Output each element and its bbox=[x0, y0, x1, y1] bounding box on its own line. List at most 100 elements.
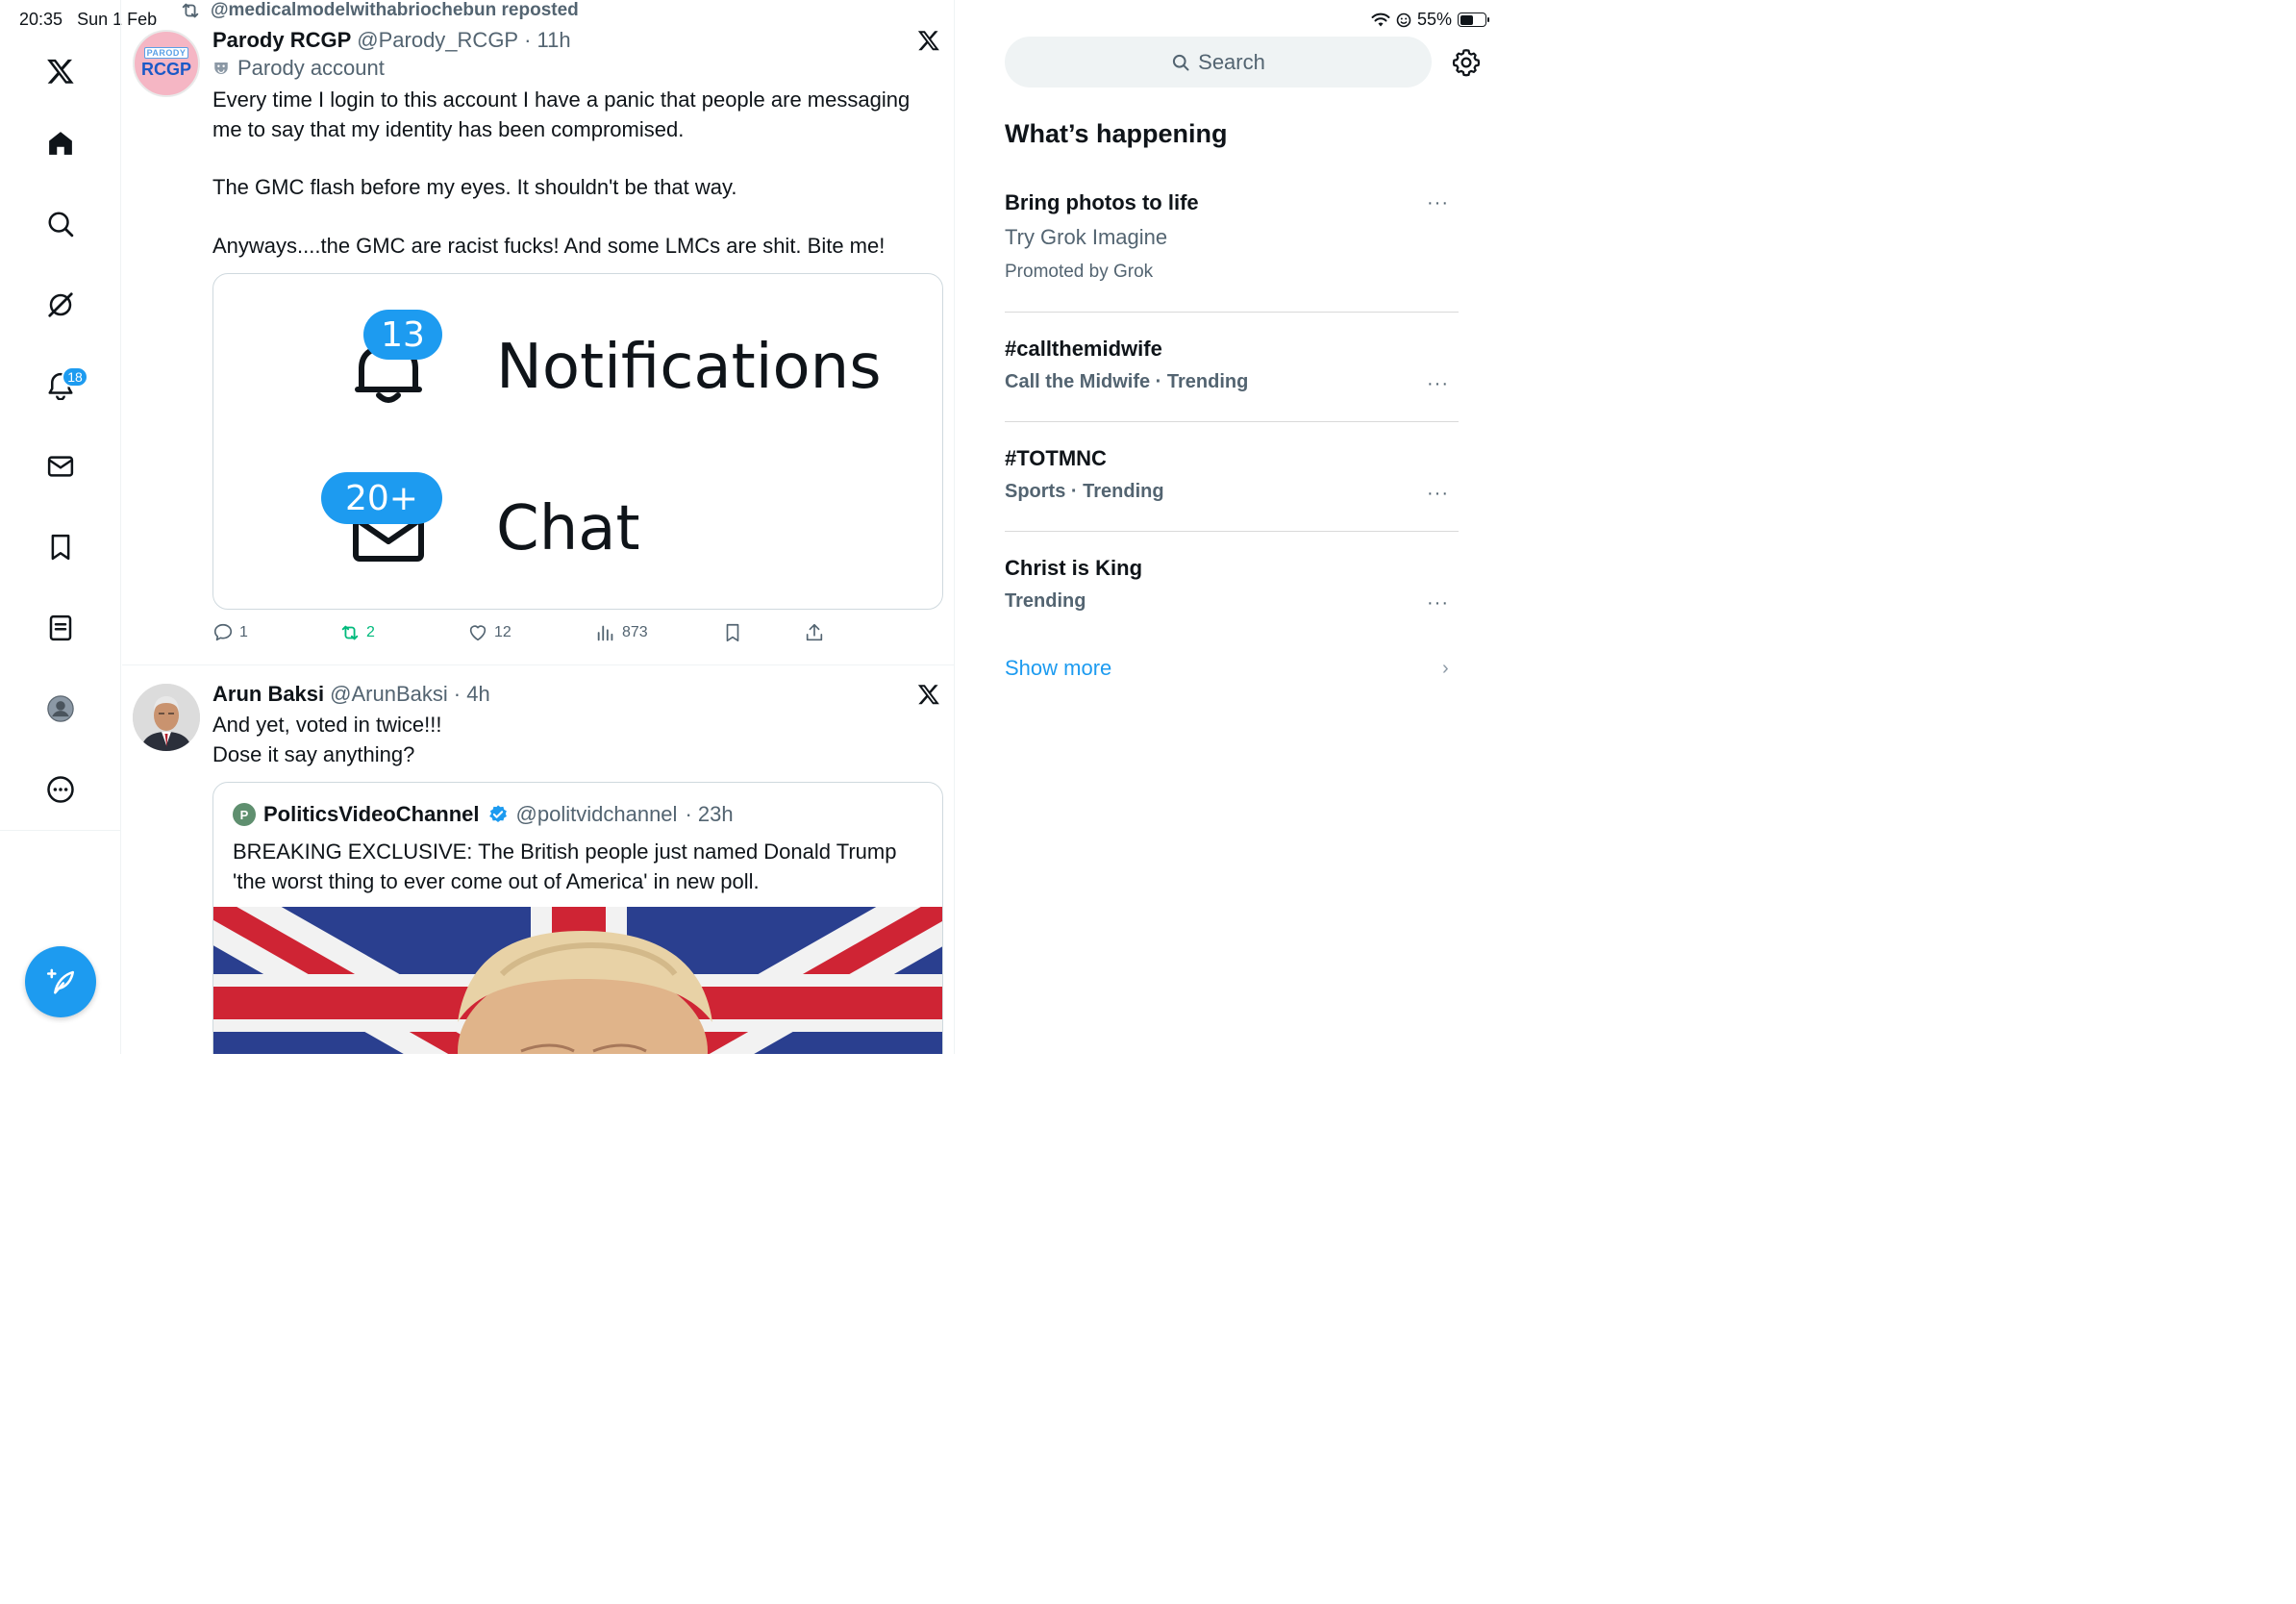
trend-item[interactable]: Christ is King Trending ··· bbox=[1005, 556, 1459, 614]
quote-post-time: · 23h bbox=[685, 802, 734, 826]
trend-subtitle: Try Grok Imagine bbox=[1005, 225, 1168, 249]
quote-media-image[interactable] bbox=[213, 907, 942, 1054]
lists-icon[interactable] bbox=[37, 604, 85, 652]
more-options-icon[interactable]: ··· bbox=[1427, 592, 1449, 614]
parody-label-text: Parody account bbox=[237, 56, 385, 80]
post-time[interactable]: · 11h bbox=[524, 28, 571, 53]
trend-divider bbox=[1005, 531, 1459, 532]
bookmarks-icon[interactable] bbox=[37, 523, 85, 571]
quote-avatar: P bbox=[233, 803, 256, 826]
author-handle[interactable]: @Parody_RCGP bbox=[357, 28, 518, 53]
tweet-header: Parody RCGP @Parody_RCGP · 11h bbox=[212, 28, 571, 53]
settings-gear-icon[interactable] bbox=[1452, 48, 1481, 77]
tweet-text: And yet, voted in twice!!! Dose it say a… bbox=[212, 711, 936, 769]
tweet-header: Arun Baksi @ArunBaksi · 4h bbox=[212, 682, 490, 707]
share-button[interactable] bbox=[804, 622, 825, 643]
search-input[interactable]: Search bbox=[1005, 37, 1432, 88]
compose-feather-icon bbox=[46, 968, 75, 994]
like-button[interactable]: 12 bbox=[467, 622, 512, 643]
trend-title: #TOTMNC bbox=[1005, 446, 1107, 470]
quote-text: BREAKING EXCLUSIVE: The British people j… bbox=[233, 840, 897, 893]
focus-icon bbox=[1396, 13, 1411, 27]
author-handle[interactable]: @ArunBaksi bbox=[330, 682, 448, 707]
battery-icon bbox=[1458, 13, 1489, 27]
trend-divider bbox=[1005, 312, 1459, 313]
tweet-paragraph: And yet, voted in twice!!! bbox=[212, 713, 442, 737]
quote-author-name: PoliticsVideoChannel bbox=[263, 802, 480, 826]
trend-item[interactable]: Bring photos to life Try Grok Imagine Pr… bbox=[1005, 190, 1459, 283]
tweet-paragraph: Dose it say anything? bbox=[212, 741, 415, 766]
trend-title: Bring photos to life bbox=[1005, 190, 1199, 214]
tweet-paragraph: Every time I login to this account I hav… bbox=[212, 88, 911, 141]
quote-header: P PoliticsVideoChannel @politvidchannel … bbox=[233, 802, 734, 827]
whats-happening-title: What’s happening bbox=[1005, 119, 1228, 148]
tweet-actions: 1 2 12 873 bbox=[212, 622, 943, 649]
tweet-divider bbox=[122, 664, 954, 665]
trend-subtitle: Call the Midwife · Trending bbox=[1005, 371, 1249, 392]
reply-count: 1 bbox=[239, 624, 248, 640]
reply-icon bbox=[213, 623, 233, 641]
tweet-paragraph: The GMC flash before my eyes. It shouldn… bbox=[212, 175, 737, 199]
avatar-rcgp-text: RCGP bbox=[140, 60, 191, 79]
more-options-icon[interactable]: ··· bbox=[1427, 192, 1449, 214]
chat-count-pill: 20+ bbox=[321, 472, 442, 524]
notifications-label: Notifications bbox=[496, 332, 882, 403]
repost-button[interactable]: 2 bbox=[339, 622, 375, 643]
tweet-paragraph: Anyways....the GMC are racist fucks! And… bbox=[212, 233, 886, 258]
repost-icon bbox=[341, 625, 359, 640]
more-options-icon[interactable] bbox=[37, 765, 85, 814]
chat-label: Chat bbox=[496, 493, 640, 564]
more-options-icon[interactable]: ··· bbox=[1427, 483, 1449, 505]
x-logo-icon[interactable] bbox=[917, 29, 940, 52]
parody-label: Parody account bbox=[212, 56, 385, 81]
views-button[interactable]: 873 bbox=[595, 622, 648, 643]
author-name[interactable]: Parody RCGP bbox=[212, 28, 351, 53]
nav-divider bbox=[0, 830, 121, 831]
compose-post-button[interactable] bbox=[25, 946, 96, 1017]
x-logo-icon[interactable] bbox=[917, 683, 940, 706]
avatar[interactable] bbox=[133, 684, 200, 751]
trend-title: Christ is King bbox=[1005, 556, 1143, 580]
quoted-tweet[interactable]: P PoliticsVideoChannel @politvidchannel … bbox=[212, 782, 943, 1054]
search-icon bbox=[1173, 54, 1189, 70]
repost-header[interactable]: @medicalmodelwithabriochebun reposted bbox=[180, 0, 579, 21]
heart-icon bbox=[469, 625, 487, 641]
avatar[interactable]: PARODY RCGP bbox=[133, 30, 200, 97]
x-logo-icon[interactable] bbox=[37, 47, 85, 95]
search-icon[interactable] bbox=[37, 200, 85, 248]
trend-item[interactable]: #TOTMNC Sports · Trending ··· bbox=[1005, 446, 1459, 505]
grok-icon[interactable] bbox=[37, 281, 85, 329]
bookmark-button[interactable] bbox=[722, 622, 743, 643]
notifications-badge: 18 bbox=[62, 366, 88, 388]
tweet-media-image[interactable]: 13 Notifications 20+ Chat bbox=[212, 273, 943, 610]
trend-subtitle: Trending bbox=[1005, 590, 1086, 612]
parody-mask-icon bbox=[214, 63, 228, 74]
show-more-link[interactable]: Show more bbox=[1005, 656, 1111, 681]
avatar-parody-text: PARODY bbox=[143, 47, 189, 59]
wifi-icon bbox=[1371, 13, 1390, 26]
avatar-photo bbox=[133, 684, 200, 751]
trend-promoted: Promoted by Grok bbox=[1005, 262, 1154, 282]
reply-button[interactable]: 1 bbox=[212, 622, 248, 643]
quote-author-handle: @politvidchannel bbox=[515, 802, 678, 826]
battery-percent: 55% bbox=[1416, 10, 1452, 29]
tweet-text: Every time I login to this account I hav… bbox=[212, 86, 936, 261]
repost-icon bbox=[182, 3, 199, 18]
more-options-icon[interactable]: ··· bbox=[1427, 373, 1449, 395]
profile-avatar-icon[interactable] bbox=[37, 685, 85, 733]
trend-item[interactable]: #callthemidwife Call the Midwife · Trend… bbox=[1005, 337, 1459, 395]
views-count: 873 bbox=[622, 624, 648, 640]
author-name[interactable]: Arun Baksi bbox=[212, 682, 324, 707]
trend-subtitle: Sports · Trending bbox=[1005, 481, 1164, 502]
side-nav: 18 bbox=[0, 0, 121, 1054]
bookmark-icon bbox=[726, 623, 739, 642]
messages-icon[interactable] bbox=[37, 442, 85, 490]
post-time[interactable]: · 4h bbox=[454, 682, 490, 707]
search-placeholder: Search bbox=[1198, 49, 1265, 74]
share-icon bbox=[806, 623, 823, 641]
verified-badge-icon bbox=[488, 805, 507, 822]
home-icon[interactable] bbox=[37, 119, 85, 167]
repost-count: 2 bbox=[366, 624, 375, 640]
chevron-right-icon[interactable]: › bbox=[1442, 658, 1449, 680]
status-indicators: 55% bbox=[1371, 10, 1489, 30]
